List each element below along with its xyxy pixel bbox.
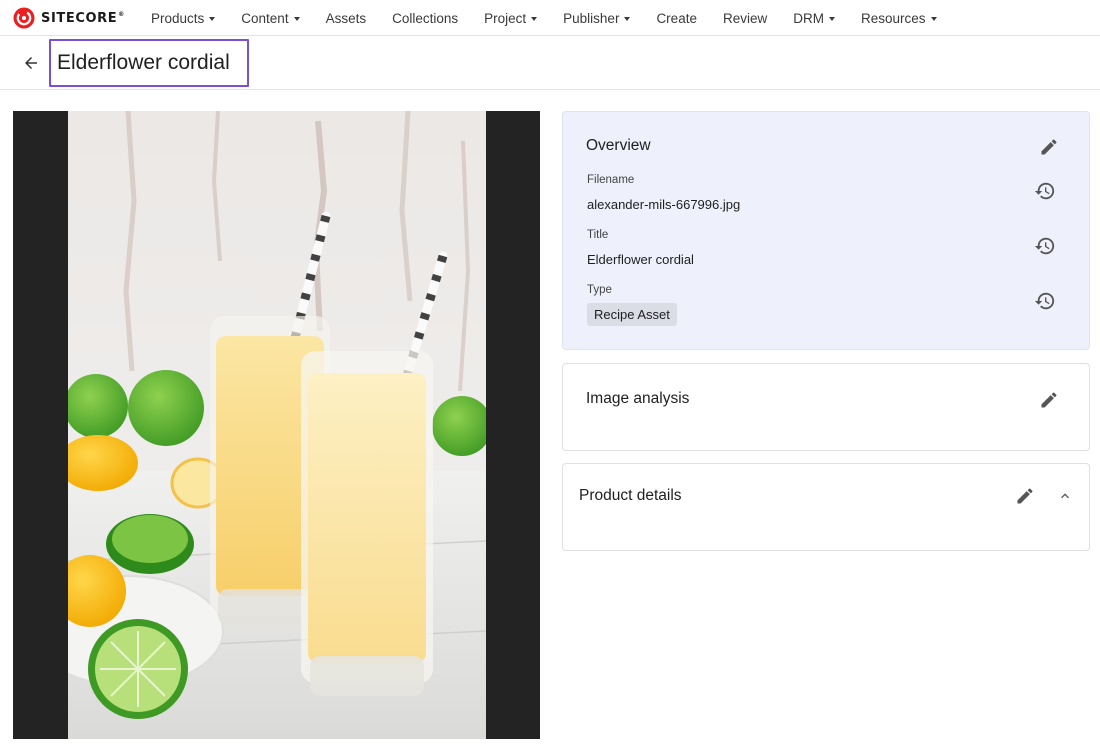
nav-item-content[interactable]: Content [228,0,312,36]
nav-item-drm[interactable]: DRM [780,0,848,36]
top-navigation: SITECORE® Products Content Assets Collec… [0,0,1100,36]
nav-item-assets[interactable]: Assets [313,0,380,36]
image-analysis-title: Image analysis [586,390,690,407]
asset-preview-image [68,111,486,739]
image-viewer[interactable] [13,111,540,739]
overview-edit-button[interactable] [1037,135,1061,159]
nav-item-collections[interactable]: Collections [379,0,471,36]
title-label: Title [587,229,609,241]
pencil-icon [1017,488,1033,504]
nav-item-publisher[interactable]: Publisher [550,0,643,36]
arrow-left-icon [25,57,37,69]
type-history-button[interactable] [1033,289,1057,313]
caret-down-icon [828,17,835,21]
image-analysis-panel: Image analysis [562,363,1090,451]
product-details-title: Product details [579,487,682,504]
title-history-button[interactable] [1033,234,1057,258]
sitecore-logo-icon [13,7,35,29]
history-icon [1034,182,1055,200]
page-header: Elderflower cordial [0,36,1100,90]
pencil-icon [1041,392,1057,408]
pencil-icon [1041,139,1057,155]
image-analysis-edit-button[interactable] [1037,388,1061,412]
overview-title: Overview [586,137,651,154]
brand-name: SITECORE® [41,10,125,26]
type-label: Type [587,284,612,296]
history-icon [1034,237,1055,255]
page-title: Elderflower cordial [57,51,230,74]
nav-item-create[interactable]: Create [643,0,710,36]
history-icon [1034,292,1055,310]
back-button[interactable] [18,50,44,76]
caret-down-icon [209,17,216,21]
filename-label: Filename [587,174,635,186]
type-chip: Recipe Asset [587,303,677,326]
caret-down-icon [293,17,300,21]
nav-item-review[interactable]: Review [710,0,780,36]
title-value: Elderflower cordial [587,252,694,267]
caret-down-icon [930,17,937,21]
product-details-collapse-button[interactable] [1053,484,1077,508]
nav-item-products[interactable]: Products [138,0,228,36]
nav-item-project[interactable]: Project [471,0,550,36]
overview-panel: Overview Filename alexander-mils-667996.… [562,111,1090,350]
filename-history-button[interactable] [1033,179,1057,203]
page-title-highlight: Elderflower cordial [49,39,249,87]
sitecore-logo[interactable]: SITECORE® [13,6,125,30]
main-menu: Products Content Assets Collections Proj… [138,0,950,36]
product-details-edit-button[interactable] [1013,484,1037,508]
chevron-up-icon [1061,493,1069,499]
caret-down-icon [531,17,538,21]
nav-item-resources[interactable]: Resources [848,0,950,36]
caret-down-icon [624,17,631,21]
product-details-panel: Product details [562,463,1090,551]
filename-value: alexander-mils-667996.jpg [587,197,741,212]
